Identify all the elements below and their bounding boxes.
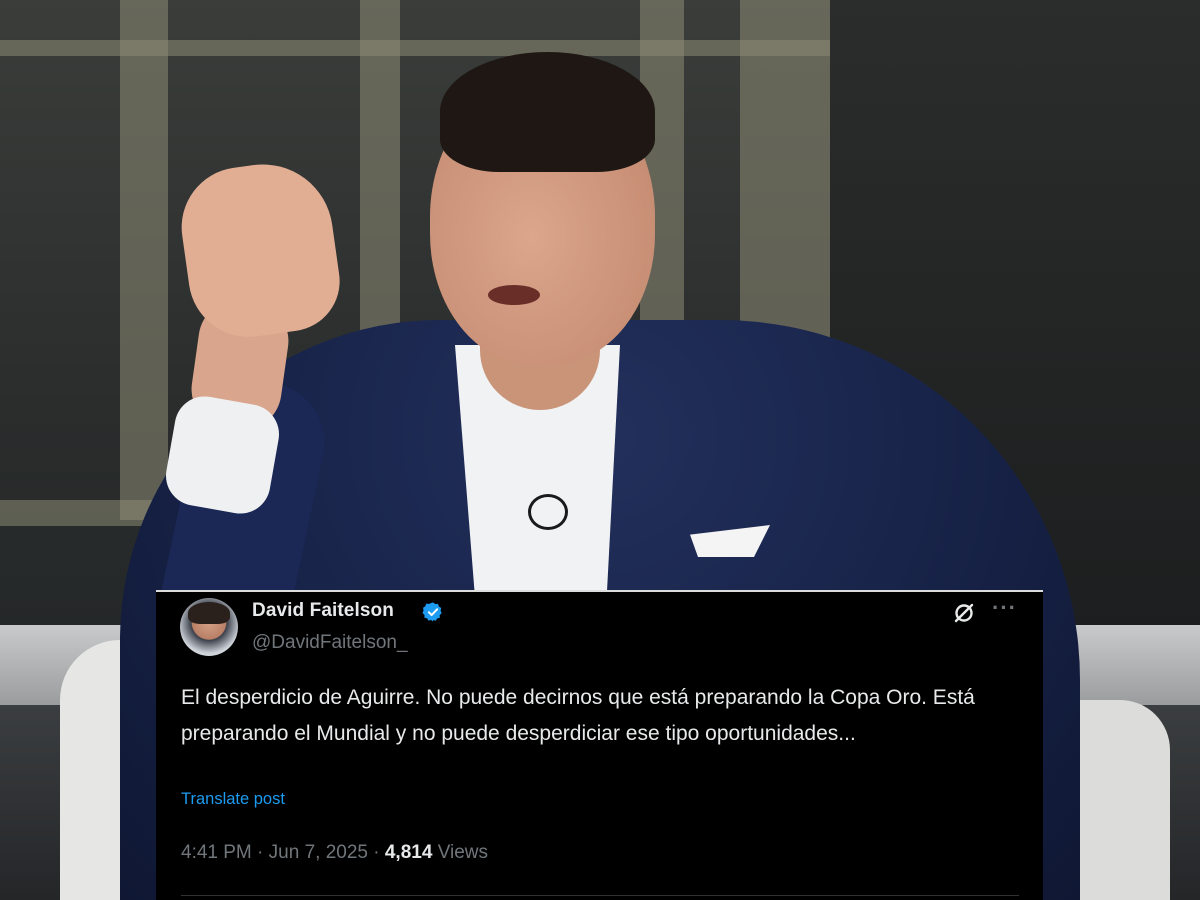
tweet-time[interactable]: 4:41 PM	[181, 842, 252, 863]
user-handle[interactable]: @DavidFaitelson_	[252, 632, 408, 654]
tweet-text: El desperdicio de Aguirre. No puede deci…	[181, 686, 975, 745]
translate-post-link[interactable]: Translate post	[181, 790, 285, 809]
display-name[interactable]: David Faitelson	[252, 600, 394, 622]
views-label: Views	[437, 842, 489, 863]
tweet-meta: 4:41 PM · Jun 7, 2025 · 4,814 Views	[181, 842, 488, 864]
shirt-cuff	[161, 391, 284, 519]
raised-fist	[173, 155, 347, 345]
meta-separator: ·	[373, 842, 380, 863]
avatar[interactable]	[180, 598, 238, 656]
views-count: 4,814	[384, 842, 433, 863]
divider	[181, 895, 1019, 896]
verified-badge-icon	[422, 602, 442, 622]
window-frame	[120, 0, 168, 520]
tweet-card: David Faitelson @DavidFaitelson_ ··· El …	[156, 590, 1043, 900]
open-mouth	[488, 285, 540, 305]
lapel-mic-icon	[528, 494, 568, 530]
tweet-date[interactable]: Jun 7, 2025	[269, 842, 368, 863]
grok-icon[interactable]	[952, 601, 976, 625]
window-frame	[0, 40, 830, 56]
avatar-hair	[188, 602, 230, 624]
meta-separator: ·	[257, 842, 264, 863]
more-options-icon[interactable]: ···	[992, 596, 1017, 620]
dark-curly-hair	[440, 52, 655, 172]
